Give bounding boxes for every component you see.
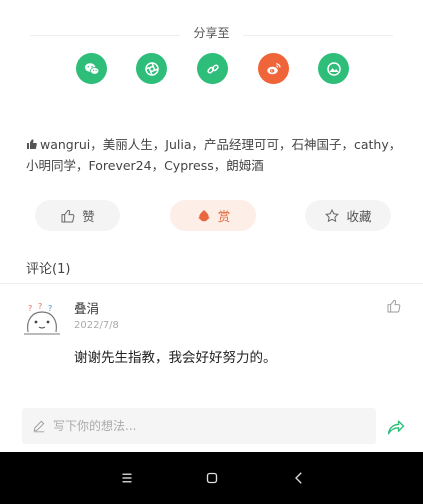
link-icon[interactable]	[197, 53, 228, 84]
comment-like-icon[interactable]	[386, 298, 402, 314]
thumbs-up-icon	[27, 139, 37, 150]
system-nav-bar	[0, 452, 423, 504]
weibo-icon[interactable]	[258, 53, 289, 84]
comment-input[interactable]	[53, 419, 353, 433]
comment-date: 2022/7/8	[74, 320, 119, 331]
divider	[243, 35, 393, 36]
svg-text:?: ?	[28, 304, 32, 313]
wechat-icon[interactable]	[76, 53, 107, 84]
thumbs-up-icon	[61, 209, 75, 222]
share-arrow-icon[interactable]	[386, 417, 406, 437]
like-label: 赞	[82, 209, 95, 224]
star-icon	[325, 208, 340, 222]
share-icons	[0, 53, 423, 87]
share-title: 分享至	[193, 26, 230, 40]
comment-text: 谢谢先生指教，我会好好努力的。	[74, 350, 277, 366]
share-header: 分享至	[0, 0, 423, 50]
avatar[interactable]: ? ? ?	[22, 302, 62, 338]
divider	[0, 283, 423, 284]
pencil-icon	[33, 420, 45, 433]
likes-list: wangrui，美丽人生，Julia，产品经理可可，石神国子，cathy，小明同…	[26, 134, 406, 176]
like-button[interactable]: 赞	[35, 200, 120, 231]
svg-text:?: ?	[48, 304, 52, 313]
comment-item: ? ? ? 叠涓 2022/7/8 谢谢先生指教，我会好好努力的。	[0, 290, 423, 380]
image-icon[interactable]	[318, 53, 349, 84]
home-icon	[206, 472, 218, 484]
back-icon	[295, 472, 302, 484]
back-nav-button[interactable]	[287, 466, 311, 490]
comment-author[interactable]: 叠涓	[74, 298, 99, 317]
comments-title: 评论(1)	[26, 262, 71, 277]
home-nav-button[interactable]	[200, 466, 224, 490]
menu-icon	[122, 473, 132, 483]
reward-button[interactable]: 赏	[170, 200, 256, 231]
menu-nav-button[interactable]	[115, 466, 139, 490]
action-row: 赞 赏 收藏	[0, 200, 423, 232]
reward-label: 赏	[217, 209, 231, 224]
moments-icon[interactable]	[136, 53, 167, 84]
favorite-label: 收藏	[346, 209, 372, 224]
reward-icon	[198, 209, 210, 221]
svg-text:?: ?	[38, 302, 42, 311]
comment-input-box[interactable]	[22, 408, 376, 444]
comment-input-bar	[0, 401, 423, 451]
favorite-button[interactable]: 收藏	[305, 200, 391, 231]
likes-names: wangrui，美丽人生，Julia，产品经理可可，石神国子，cathy，小明同…	[26, 137, 402, 173]
